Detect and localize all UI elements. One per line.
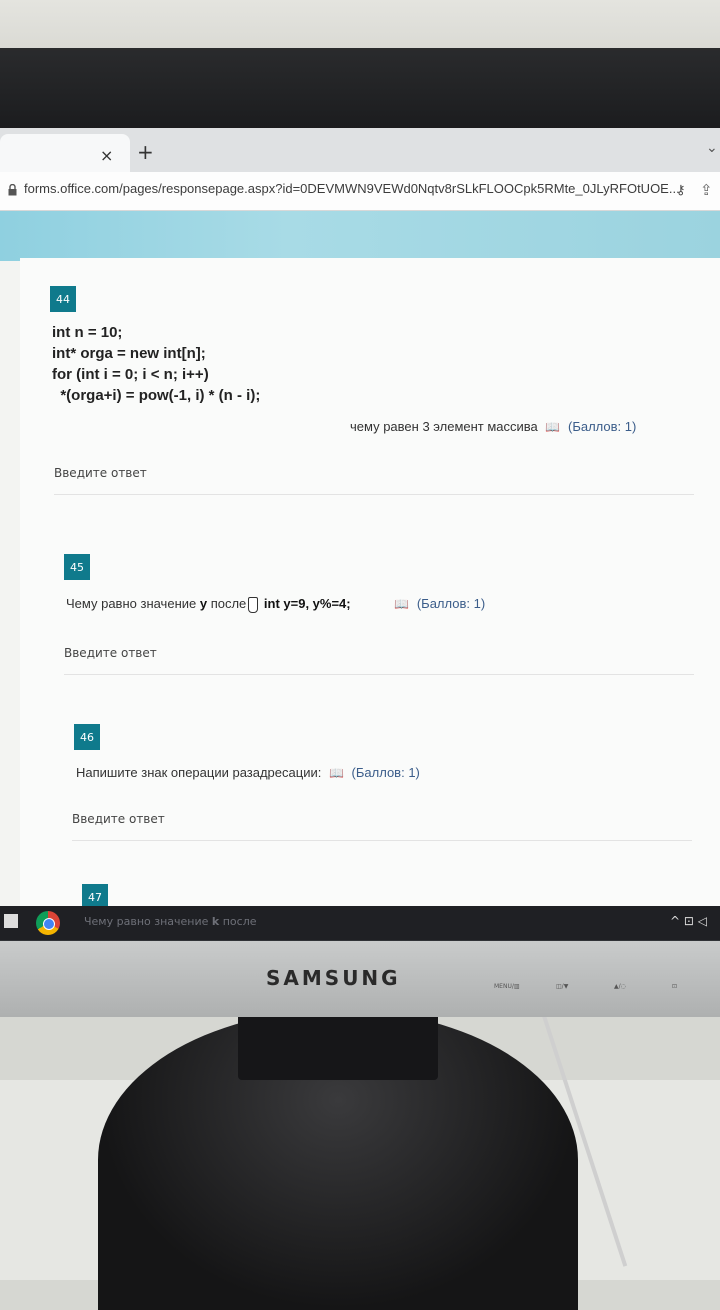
monitor-button-power-label: ⊡ [672,983,678,990]
monitor-button-auto-label: ▲/◌ [614,983,626,990]
question-45-prompt: Чему равно значение у после int y=9, y%=… [66,596,485,613]
question-44-code: int n = 10; int* orga = new int[n]; for … [52,322,260,406]
mouse-cursor-icon [248,596,259,613]
url-text[interactable]: forms.office.com/pages/responsepage.aspx… [24,181,680,196]
answer-placeholder-45: Введите ответ [64,646,157,660]
question-45-variable: у [199,596,208,611]
question-46-prompt: Напишите знак операции разадресации: 📖 (… [76,765,420,780]
answer-input-46[interactable]: Введите ответ [72,800,692,841]
question-number-45: 45 [64,554,90,580]
code-line-1: int n = 10; [52,324,123,341]
question-45-points: (Баллов: 1) [416,596,486,611]
monitor-brand-logo: SAMSUNG [266,966,401,990]
monitor-screen: × + ⌄ forms.office.com/pages/responsepag… [0,128,720,940]
question-47-text-end: после [219,915,257,928]
monitor-bezel-top [0,48,720,130]
monitor-button-menu-label: MENU/▥ [494,983,520,990]
question-45-code: int y=9, y%=4; [260,596,351,611]
lock-icon [8,184,17,196]
form-body: 44 int n = 10; int* orga = new int[n]; f… [20,258,720,928]
windows-start-icon[interactable] [4,914,18,928]
question-44-prompt: чему равен 3 элемент массива 📖 (Баллов: … [350,419,636,434]
chrome-icon[interactable] [36,911,60,935]
monitor-button-source-label: ◫/▼ [556,983,569,990]
answer-input-45[interactable]: Введите ответ [64,634,694,675]
immersive-reader-icon[interactable]: 📖 [329,766,344,780]
browser-tab[interactable]: × [0,134,130,172]
answer-input-44[interactable]: Введите ответ [54,454,694,495]
question-number-46: 46 [74,724,100,750]
browser-tab-bar: × + ⌄ [0,128,720,172]
answer-placeholder-44: Введите ответ [54,466,147,480]
immersive-reader-icon[interactable]: 📖 [394,597,409,611]
system-tray-icons[interactable]: ^ ⊡ ◁ [670,914,707,928]
question-46-text: Напишите знак операции разадресации: [76,765,322,780]
answer-placeholder-46: Введите ответ [72,812,165,826]
question-46-points: (Баллов: 1) [351,765,420,780]
question-45-text-start: Чему равно значение [66,596,200,611]
address-bar[interactable]: forms.office.com/pages/responsepage.aspx… [0,172,720,211]
question-44-text: чему равен 3 элемент массива [350,419,538,434]
new-tab-button[interactable]: + [137,140,154,164]
code-line-2: int* orga = new int[n]; [52,345,206,362]
share-icon[interactable]: ⇪ [700,181,713,199]
chevron-down-icon[interactable]: ⌄ [706,140,718,156]
immersive-reader-icon[interactable]: 📖 [545,420,560,434]
code-line-3: for (int i = 0; i < n; i++) [52,366,209,383]
question-44-points: (Баллов: 1) [567,419,637,434]
key-icon[interactable]: ⚷ [676,183,686,198]
question-47-text-start: Чему равно значение [84,915,212,928]
question-47-prompt: Чему равно значение k после [84,915,257,928]
question-45-text-mid: после [207,596,247,611]
windows-taskbar: Чему равно значение k после ^ ⊡ ◁ [0,906,720,940]
question-number-44: 44 [50,286,76,312]
close-tab-icon[interactable]: × [100,146,113,165]
code-line-4: *(orga+i) = pow(-1, i) * (n - i); [52,387,261,404]
form-header-banner [0,211,720,261]
